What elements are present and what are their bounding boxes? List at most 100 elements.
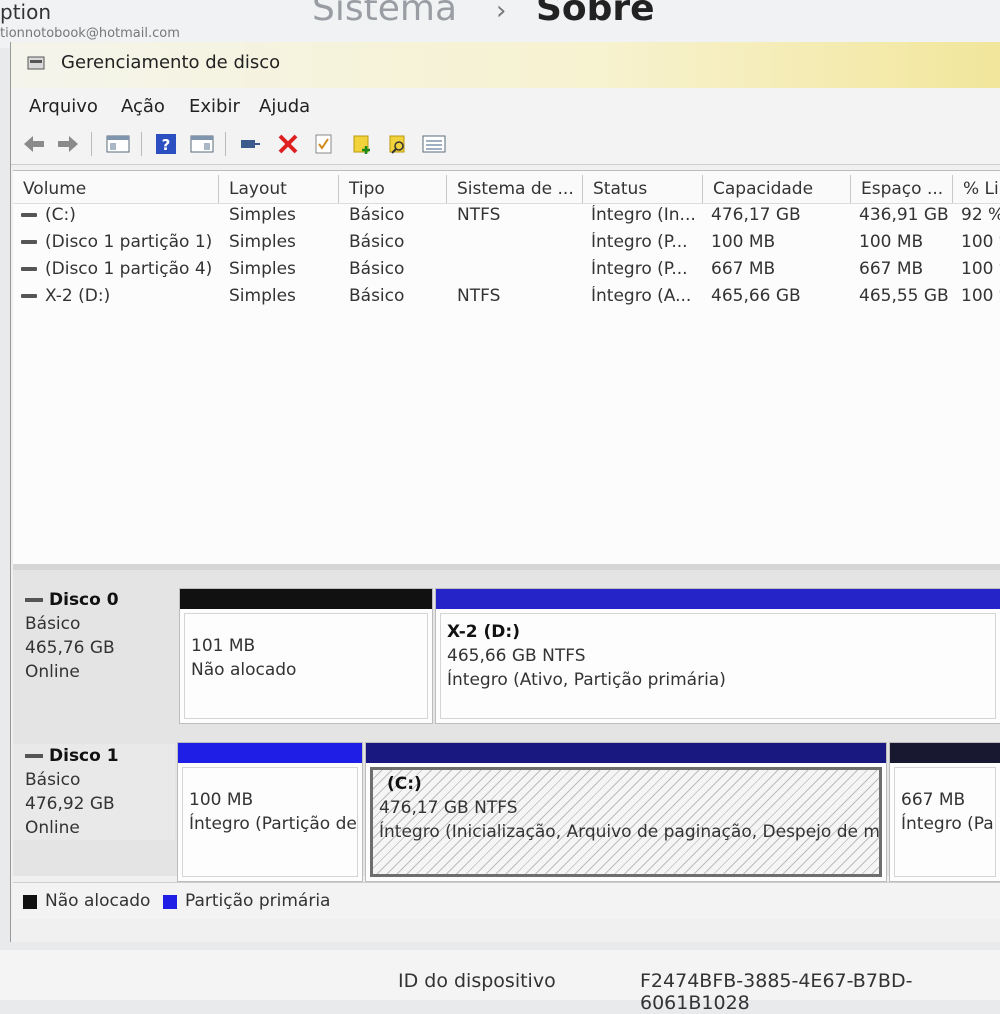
connect-icon[interactable] [237, 132, 263, 156]
partition-bar [366, 743, 886, 763]
volume-list: Volume Layout Tipo Sistema de ... Status… [13, 170, 1000, 565]
disk-map: Disco 0 Básico 465,76 GB Online 101 MB N… [13, 570, 1000, 882]
volume-name: (C:) [45, 205, 76, 225]
capacidade-cell: 667 MB [711, 259, 776, 279]
partition-body: 667 MB Íntegro (Parti [894, 767, 996, 877]
col-layout[interactable]: Layout [219, 175, 339, 203]
partition-size: 465,66 GB NTFS [447, 646, 586, 666]
toolbar: ? [11, 124, 1000, 165]
partition-size: 100 MB [189, 790, 254, 810]
console-tree-icon[interactable] [105, 132, 131, 156]
partition-size: 667 MB [901, 790, 966, 810]
disk-0-size: 465,76 GB [25, 638, 115, 658]
espaco-cell: 465,55 GB [859, 286, 949, 306]
menu-acao[interactable]: Ação [121, 96, 165, 117]
toolbar-separator [141, 132, 142, 156]
tipo-cell: Básico [349, 205, 405, 225]
pct-cell: 100 % [961, 286, 1000, 306]
volume-cell: (Disco 1 partição 4) [21, 259, 219, 279]
legend-swatch-unallocated [23, 895, 37, 909]
partition-status: Íntegro (Partição de [189, 814, 357, 834]
disk-0-name: Disco 0 [49, 590, 119, 610]
col-pct-livre[interactable]: % Li [953, 175, 1000, 203]
volume-cell: (Disco 1 partição 1) [21, 232, 219, 252]
col-capacidade[interactable]: Capacidade [703, 175, 851, 203]
espaco-cell: 667 MB [859, 259, 924, 279]
search-volume-icon[interactable] [385, 132, 411, 156]
col-tipo[interactable]: Tipo [339, 175, 447, 203]
back-arrow-icon[interactable] [21, 132, 47, 156]
table-row[interactable]: (C:) Simples Básico NTFS Íntegro (In... … [13, 205, 1000, 231]
legend-unallocated: Não alocado [45, 891, 151, 911]
device-id-value: F2474BFB-3885-4E67-B7BD-6061B1028 [640, 970, 913, 1014]
delete-icon[interactable] [275, 132, 301, 156]
table-row[interactable]: (Disco 1 partição 4) Simples Básico Ínte… [13, 259, 1000, 285]
table-row[interactable]: X-2 (D:) Simples Básico NTFS Íntegro (A.… [13, 286, 1000, 312]
properties-icon[interactable] [189, 132, 215, 156]
legend-swatch-primary [163, 895, 177, 909]
col-sistema[interactable]: Sistema de ... [447, 175, 583, 203]
menu-exibir[interactable]: Exibir [189, 96, 240, 117]
volume-name: (Disco 1 partição 4) [45, 259, 213, 279]
espaco-cell: 100 MB [859, 232, 924, 252]
pct-cell: 100 % [961, 232, 1000, 252]
pct-cell: 100 % [961, 259, 1000, 279]
forward-arrow-icon[interactable] [55, 132, 81, 156]
volume-cell: (C:) [21, 205, 219, 225]
col-status[interactable]: Status [583, 175, 703, 203]
partition-disk1-recovery[interactable]: 667 MB Íntegro (Parti [889, 742, 1000, 882]
partition-disk0-d[interactable]: X-2 (D:) 465,66 GB NTFS Íntegro (Ativo, … [435, 588, 1000, 724]
layout-cell: Simples [229, 259, 296, 279]
partition-bar [890, 743, 1000, 763]
partition-disk1-efi[interactable]: 100 MB Íntegro (Partição de [177, 742, 363, 882]
partition-size: 476,17 GB NTFS [379, 798, 518, 818]
partition-body: 101 MB Não alocado [184, 613, 428, 719]
volume-icon [21, 240, 37, 244]
disk-management-window: Gerenciamento de disco Arquivo Ação Exib… [10, 42, 1000, 942]
window-title: Gerenciamento de disco [61, 52, 281, 73]
new-volume-icon[interactable] [349, 132, 375, 156]
title-bar[interactable]: Gerenciamento de disco [11, 42, 1000, 88]
status-cell: Íntegro (P... [591, 232, 688, 252]
menu-ajuda[interactable]: Ajuda [259, 96, 310, 117]
partition-status: Íntegro (Ativo, Partição primária) [447, 670, 726, 690]
partition-body: X-2 (D:) 465,66 GB NTFS Íntegro (Ativo, … [440, 613, 996, 719]
toolbar-separator [225, 132, 226, 156]
col-volume[interactable]: Volume [13, 175, 219, 203]
partition-bar [178, 743, 362, 763]
disk-1-state: Online [25, 818, 80, 838]
partition-status: Não alocado [191, 660, 297, 680]
partition-title: (C:) [387, 774, 422, 794]
partition-title: X-2 (D:) [447, 622, 520, 642]
breadcrumb-parent[interactable]: Sistema [312, 0, 457, 29]
tipo-cell: Básico [349, 286, 405, 306]
menu-arquivo[interactable]: Arquivo [29, 96, 98, 117]
volume-name: (Disco 1 partição 1) [45, 232, 213, 252]
col-espaco[interactable]: Espaço ... [851, 175, 953, 203]
partition-bar [180, 589, 432, 609]
disk-management-icon [27, 56, 45, 70]
toolbar-separator [91, 132, 92, 156]
volume-icon [21, 294, 37, 298]
volume-icon [21, 213, 37, 217]
disk-0-info[interactable]: Disco 0 Básico 465,76 GB Online [13, 588, 175, 684]
list-view-icon[interactable] [421, 132, 447, 156]
check-icon[interactable] [311, 132, 337, 156]
breadcrumb-separator: › [496, 0, 507, 26]
partition-disk0-unallocated[interactable]: 101 MB Não alocado [179, 588, 433, 724]
capacidade-cell: 476,17 GB [711, 205, 801, 225]
espaco-cell: 436,91 GB [859, 205, 949, 225]
volume-name: X-2 (D:) [45, 286, 111, 306]
partition-body: (C:) 476,17 GB NTFS Íntegro (Inicializaç… [370, 767, 882, 877]
help-icon[interactable]: ? [153, 132, 179, 156]
disk-icon [25, 598, 43, 602]
tipo-cell: Básico [349, 232, 405, 252]
layout-cell: Simples [229, 286, 296, 306]
partition-disk1-c[interactable]: (C:) 476,17 GB NTFS Íntegro (Inicializaç… [365, 742, 887, 882]
disk-1-type: Básico [25, 770, 81, 790]
table-row[interactable]: (Disco 1 partição 1) Simples Básico Ínte… [13, 232, 1000, 258]
settings-left-text: ption [0, 0, 52, 24]
disk-1-info[interactable]: Disco 1 Básico 476,92 GB Online [13, 744, 175, 840]
disk-1-size: 476,92 GB [25, 794, 115, 814]
legend-bar: Não alocado Partição primária [13, 882, 1000, 919]
